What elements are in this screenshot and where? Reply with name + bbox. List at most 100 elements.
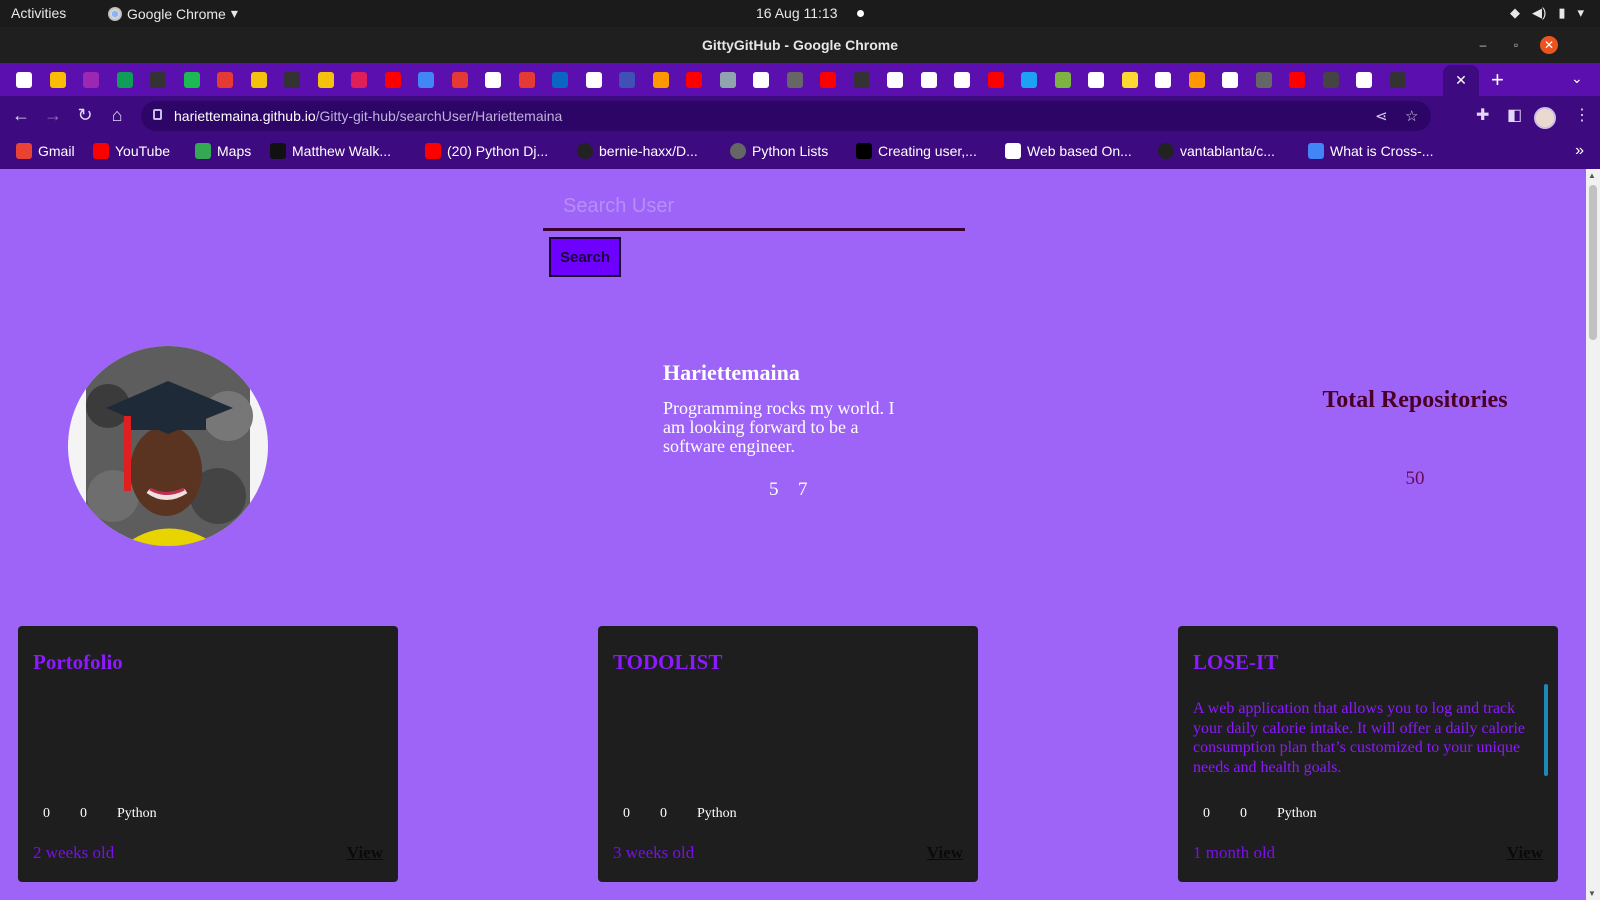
tab-favicon-icon[interactable] bbox=[1088, 72, 1104, 88]
page-scrollbar[interactable]: ▲ ▼ bbox=[1586, 169, 1600, 900]
tab-favicon-icon[interactable] bbox=[585, 72, 602, 88]
tab-favicon-icon[interactable] bbox=[451, 72, 468, 88]
tab-favicon-icon[interactable] bbox=[418, 72, 434, 88]
bookmark-star-icon[interactable]: ☆ bbox=[1405, 107, 1418, 125]
repo-language: Python bbox=[697, 806, 737, 821]
tab-favicon-icon[interactable] bbox=[753, 72, 769, 88]
repo-language: Python bbox=[1277, 806, 1317, 821]
search-button[interactable]: Search bbox=[549, 237, 621, 277]
maps-icon bbox=[195, 143, 211, 159]
minimize-button[interactable]: – bbox=[1474, 36, 1492, 54]
tab-favicon-icon[interactable] bbox=[83, 72, 99, 88]
side-panel-icon[interactable]: ◧ bbox=[1507, 105, 1522, 125]
tab-favicon-icon[interactable] bbox=[317, 72, 334, 88]
tab-favicon-icon[interactable] bbox=[1322, 72, 1339, 88]
share-icon[interactable]: ⋖ bbox=[1375, 107, 1388, 125]
tab-favicon-icon[interactable] bbox=[518, 72, 535, 88]
tab-favicon-icon[interactable] bbox=[49, 72, 66, 88]
bookmark-python-lists[interactable]: Python Lists bbox=[730, 143, 828, 159]
youtube-icon bbox=[425, 143, 441, 159]
activities-button[interactable]: Activities bbox=[11, 5, 66, 21]
tab-search-button[interactable]: ⌄ bbox=[1571, 70, 1583, 87]
bookmark-cross[interactable]: What is Cross-... bbox=[1308, 143, 1433, 159]
card-scrollbar[interactable] bbox=[1544, 684, 1548, 776]
profile-avatar-icon[interactable] bbox=[1534, 107, 1556, 129]
menu-kebab-icon[interactable]: ⋮ bbox=[1574, 105, 1590, 125]
tab-favicon-icon[interactable] bbox=[619, 72, 635, 88]
app-menu[interactable]: Google Chrome ▾ bbox=[108, 5, 238, 22]
tab-active[interactable]: ✕ bbox=[1443, 65, 1479, 96]
bookmark-maps[interactable]: Maps bbox=[195, 143, 251, 159]
tab-favicon-icon[interactable] bbox=[116, 72, 133, 88]
repo-stars: 0 bbox=[43, 806, 50, 821]
lock-icon[interactable] bbox=[153, 109, 162, 120]
bookmark-matthew[interactable]: Matthew Walk... bbox=[270, 143, 391, 159]
bookmark-creating-user[interactable]: Creating user,... bbox=[856, 143, 977, 159]
address-bar[interactable]: hariettemaina.github.io/Gitty-git-hub/se… bbox=[141, 101, 1431, 131]
tab-favicon-icon[interactable] bbox=[1222, 72, 1238, 88]
tab-favicon-icon[interactable] bbox=[351, 72, 367, 88]
caret-down-icon: ▾ bbox=[230, 5, 238, 21]
medium-icon bbox=[270, 143, 286, 159]
tab-favicon-icon[interactable] bbox=[485, 72, 501, 88]
tab-favicon-icon[interactable] bbox=[686, 72, 702, 88]
tab-favicon-icon[interactable] bbox=[1289, 72, 1305, 88]
close-tab-icon[interactable]: ✕ bbox=[1455, 72, 1467, 88]
tab-favicon-icon[interactable] bbox=[719, 72, 736, 88]
repo-view-link[interactable]: View bbox=[1507, 843, 1543, 863]
tab-favicon-icon[interactable] bbox=[552, 72, 568, 88]
scroll-down-icon[interactable]: ▼ bbox=[1588, 889, 1596, 898]
new-tab-button[interactable]: + bbox=[1491, 67, 1504, 93]
tab-favicon-icon[interactable] bbox=[987, 72, 1004, 88]
tab-favicon-icon[interactable] bbox=[820, 72, 836, 88]
tab-favicon-icon[interactable] bbox=[384, 72, 401, 88]
back-button[interactable]: ← bbox=[10, 105, 32, 126]
bookmark-vantablanta[interactable]: vantablanta/c... bbox=[1158, 143, 1275, 159]
home-button[interactable]: ⌂ bbox=[106, 105, 128, 126]
bookmark-python-dj[interactable]: (20) Python Dj... bbox=[425, 143, 548, 159]
tab-favicon-icon[interactable] bbox=[1255, 72, 1272, 88]
tab-favicon-icon[interactable] bbox=[652, 72, 669, 88]
youtube-icon bbox=[93, 143, 109, 159]
tab-favicon-icon[interactable] bbox=[853, 72, 870, 88]
tab-favicon-icon[interactable] bbox=[954, 72, 970, 88]
tab-favicon-icon[interactable] bbox=[1188, 72, 1205, 88]
search-user-input[interactable] bbox=[543, 185, 965, 231]
reload-button[interactable]: ↻ bbox=[74, 105, 96, 126]
maximize-button[interactable]: ▫ bbox=[1507, 36, 1525, 54]
scroll-up-icon[interactable]: ▲ bbox=[1588, 171, 1596, 180]
tab-favicon-icon[interactable] bbox=[786, 72, 803, 88]
tab-favicon-icon[interactable] bbox=[887, 72, 903, 88]
tab-favicon-icon[interactable] bbox=[1356, 72, 1372, 88]
tab-favicon-icon[interactable] bbox=[1054, 72, 1071, 88]
close-window-button[interactable]: ✕ bbox=[1540, 36, 1558, 54]
power-menu-icon: ▾ bbox=[1577, 5, 1584, 20]
forward-button[interactable]: → bbox=[42, 105, 64, 126]
bookmark-gmail[interactable]: Gmail bbox=[16, 143, 75, 159]
system-tray[interactable]: ◆ ◀) ▮ ▾ bbox=[1510, 5, 1584, 21]
extensions-icon[interactable]: ✚ bbox=[1476, 105, 1489, 125]
tab-favicon-icon[interactable] bbox=[284, 72, 300, 88]
tab-favicon-icon[interactable] bbox=[1389, 72, 1406, 88]
bookmark-bernie[interactable]: bernie-haxx/D... bbox=[577, 143, 698, 159]
more-bookmarks-icon[interactable]: » bbox=[1575, 142, 1584, 160]
bookmark-youtube[interactable]: YouTube bbox=[93, 143, 170, 159]
tab-favicon-icon[interactable] bbox=[920, 72, 937, 88]
repo-view-link[interactable]: View bbox=[347, 843, 383, 863]
url-text[interactable]: hariettemaina.github.io/Gitty-git-hub/se… bbox=[174, 108, 562, 124]
tab-favicon-icon[interactable] bbox=[16, 72, 32, 88]
scrollbar-thumb[interactable] bbox=[1589, 185, 1597, 340]
tab-favicon-icon[interactable] bbox=[1155, 72, 1171, 88]
profile-username: Hariettemaina bbox=[663, 360, 800, 385]
tab-favicon-icon[interactable] bbox=[1121, 72, 1138, 88]
repo-view-link[interactable]: View bbox=[927, 843, 963, 863]
tab-favicon-icon[interactable] bbox=[183, 72, 200, 88]
notification-dot-icon bbox=[857, 10, 864, 17]
tab-favicon-icon[interactable] bbox=[217, 72, 233, 88]
bookmark-web-based[interactable]: Web based On... bbox=[1005, 143, 1132, 159]
bookmark-label: Maps bbox=[217, 143, 252, 159]
clock[interactable]: 16 Aug 11:13 bbox=[756, 5, 837, 21]
tab-favicon-icon[interactable] bbox=[150, 72, 166, 88]
tab-favicon-icon[interactable] bbox=[250, 72, 267, 88]
tab-favicon-icon[interactable] bbox=[1021, 72, 1037, 88]
